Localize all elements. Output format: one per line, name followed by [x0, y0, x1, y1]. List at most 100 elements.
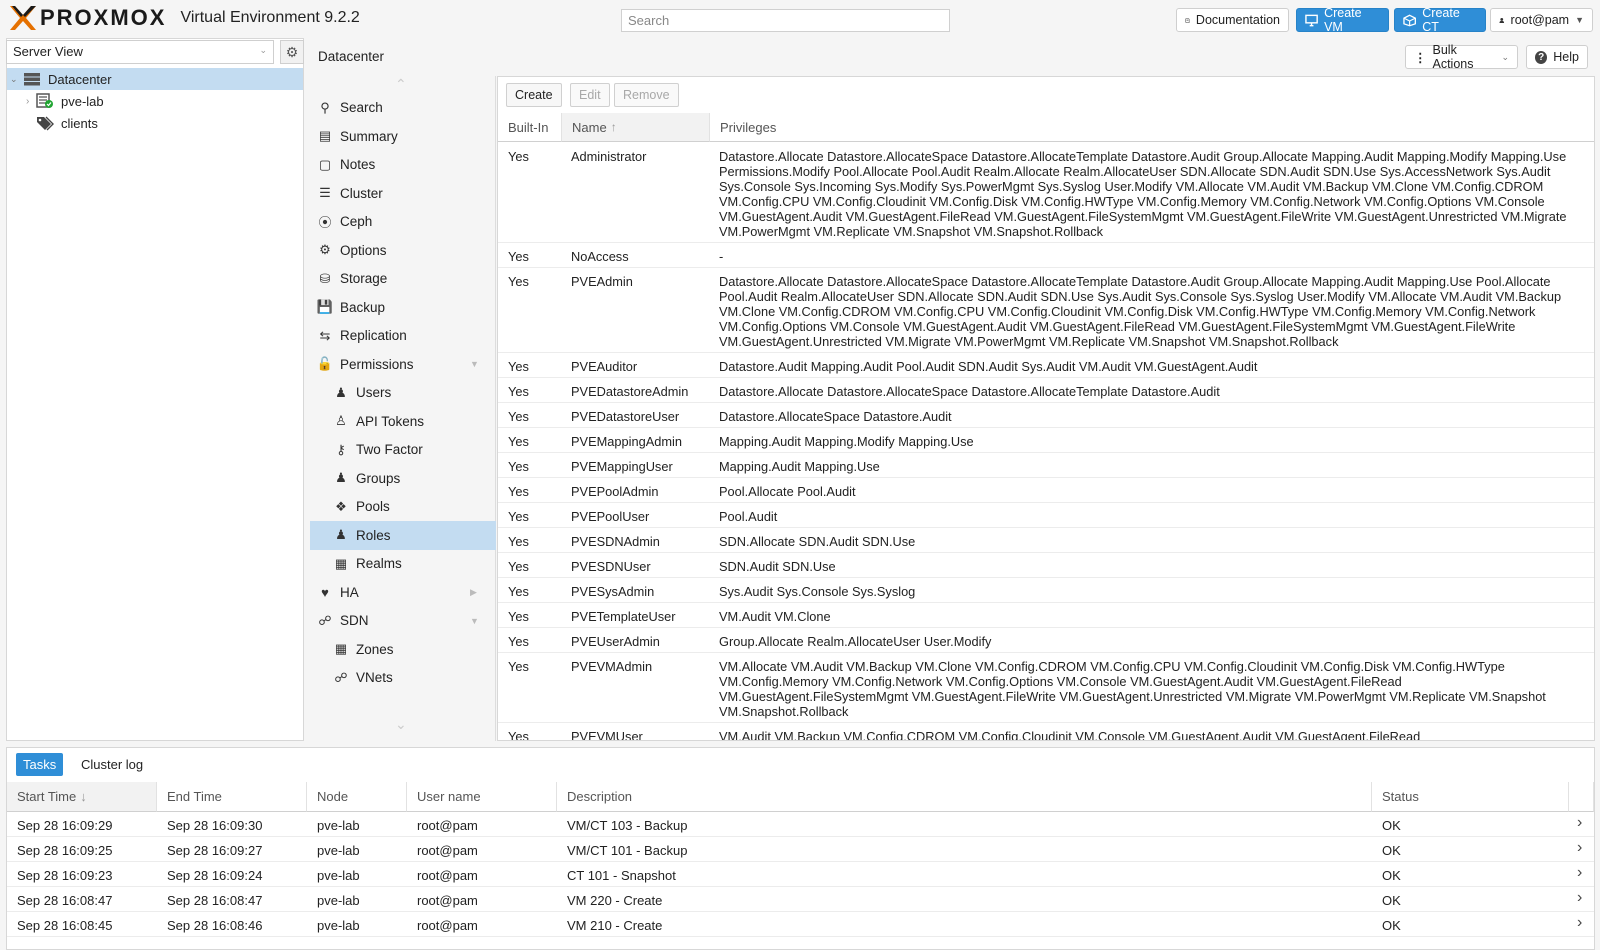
proxmox-logo[interactable]: PROXMOX Virtual Environment 9.2.2: [8, 4, 360, 32]
nav-item-notes[interactable]: ▢ Notes: [310, 150, 496, 179]
chevron-right-icon[interactable]: ›: [1577, 814, 1582, 832]
content-header: Datacenter ⋮ Bulk Actions ⌄ ? Help: [311, 38, 1600, 76]
column-start-time[interactable]: Start Time ↓: [7, 782, 157, 812]
remove-button[interactable]: Remove: [614, 83, 679, 107]
nav-item-pools[interactable]: ❖ Pools: [310, 492, 496, 521]
column-builtin[interactable]: Built-In: [498, 113, 562, 142]
column-description[interactable]: Description: [557, 782, 1372, 812]
scroll-down-icon[interactable]: ⌄: [395, 716, 407, 733]
table-row[interactable]: Yes PVEUserAdmin Group.Allocate Realm.Allo…: [498, 628, 1594, 653]
cell-builtin: Yes: [508, 409, 529, 424]
nav-item-summary[interactable]: ▤ Summary: [310, 122, 496, 151]
table-row[interactable]: Yes PVEVMAdmin VM.Allocate VM.Audit VM.Bac…: [498, 653, 1594, 723]
cell-user: root@pam: [417, 918, 478, 933]
nav-item-backup[interactable]: 💾 Backup: [310, 293, 496, 322]
user-menu-button[interactable]: root@pam ▼: [1490, 8, 1593, 32]
user-label: root@pam: [1510, 13, 1570, 27]
help-button[interactable]: ? Help: [1526, 45, 1588, 69]
nav-item-realms[interactable]: ▦ Realms: [310, 549, 496, 578]
chevron-down-icon[interactable]: ▼: [470, 359, 479, 369]
documentation-button[interactable]: Documentation: [1176, 8, 1289, 32]
column-status[interactable]: Status: [1372, 782, 1569, 812]
database-icon: ⛁: [319, 270, 331, 286]
column-name[interactable]: Name ↑: [562, 113, 710, 142]
tab-tasks[interactable]: Tasks: [16, 753, 64, 776]
table-row[interactable]: Yes PVESDNUser SDN.Audit SDN.Use: [498, 553, 1594, 578]
nav-item-sdn[interactable]: ☍ SDN ▼: [310, 606, 496, 635]
table-row[interactable]: Yes Administrator Datastore.Allocate Datas…: [498, 143, 1594, 243]
ceph-icon: ⦿: [318, 215, 332, 230]
cell-start: Sep 28 16:09:29: [17, 818, 113, 833]
view-selector[interactable]: Server View ⌄: [6, 40, 274, 64]
retweet-icon: ⇆: [319, 327, 331, 343]
table-row[interactable]: Yes PVEDatastoreUser Datastore.AllocateSpa…: [498, 403, 1594, 428]
cell-node: pve-lab: [317, 893, 360, 908]
edit-button[interactable]: Edit: [570, 83, 610, 107]
chevron-right-icon[interactable]: ›: [1577, 839, 1582, 857]
column-end-time[interactable]: End Time: [157, 782, 307, 812]
bulk-actions-button[interactable]: ⋮ Bulk Actions ⌄: [1405, 43, 1518, 71]
chevron-down-icon[interactable]: ▼: [470, 616, 479, 626]
chevron-right-icon[interactable]: ›: [1577, 914, 1582, 932]
cell-privs: Datastore.Allocate Datastore.AllocateSpa…: [719, 149, 1567, 239]
nav-item-cluster[interactable]: ☰ Cluster: [310, 179, 496, 208]
ellipsis-vertical-icon: ⋮: [1414, 50, 1427, 65]
table-row[interactable]: Yes PVEPoolUser Pool.Audit: [498, 503, 1594, 528]
tree-item-datacenter[interactable]: ⌄ Datacenter: [7, 68, 303, 90]
create-button[interactable]: Create: [506, 83, 562, 107]
cell-privs: Datastore.AllocateSpace Datastore.Audit: [719, 409, 952, 424]
task-row[interactable]: Sep 28 16:08:45 Sep 28 16:08:46 pve-lab roo…: [7, 912, 1594, 937]
table-row[interactable]: Yes PVEAdmin Datastore.Allocate Datastore.…: [498, 268, 1594, 353]
table-row[interactable]: Yes PVEPoolAdmin Pool.Allocate Pool.Audit: [498, 478, 1594, 503]
male-icon: ♟: [335, 527, 347, 542]
table-row[interactable]: Yes PVESysAdmin Sys.Audit Sys.Console Sys.…: [498, 578, 1594, 603]
cell-name: PVEPoolUser: [571, 509, 650, 524]
nav-item-two-factor[interactable]: ⚷ Two Factor: [310, 435, 496, 464]
column-node[interactable]: Node: [307, 782, 407, 812]
nav-item-zones[interactable]: ▦ Zones: [310, 635, 496, 664]
nav-item-options[interactable]: ⚙ Options: [310, 236, 496, 265]
create-vm-button[interactable]: Create VM: [1296, 6, 1389, 34]
cell-name: PVEAdmin: [571, 274, 633, 289]
table-row[interactable]: Yes PVEMappingAdmin Mapping.Audit Mapping.…: [498, 428, 1594, 453]
create-vm-label: Create VM: [1324, 6, 1362, 34]
task-row[interactable]: Sep 28 16:09:23 Sep 28 16:09:24 pve-lab roo…: [7, 862, 1594, 887]
tab-cluster-log[interactable]: Cluster log: [74, 753, 150, 776]
column-privileges[interactable]: Privileges: [710, 113, 1594, 142]
table-row[interactable]: Yes PVEDatastoreAdmin Datastore.Allocate D…: [498, 378, 1594, 403]
nav-item-groups[interactable]: ♟ Groups: [310, 464, 496, 493]
table-row[interactable]: Yes PVETemplateUser VM.Audit VM.Clone: [498, 603, 1594, 628]
create-ct-button[interactable]: Create CT: [1394, 6, 1486, 34]
table-row[interactable]: Yes PVEMappingUser Mapping.Audit Mapping.U…: [498, 453, 1594, 478]
nav-item-vnets[interactable]: ☍ VNets: [310, 663, 496, 692]
nav-item-roles[interactable]: ♟ Roles: [310, 520, 496, 550]
table-row[interactable]: Yes PVESDNAdmin SDN.Allocate SDN.Audit SDN…: [498, 528, 1594, 553]
cell-privs: Pool.Allocate Pool.Audit: [719, 484, 856, 499]
chevron-right-icon[interactable]: ›: [1577, 889, 1582, 907]
nav-item-search[interactable]: ⚲ Search: [310, 93, 496, 122]
cell-builtin: Yes: [508, 484, 529, 499]
nav-item-users[interactable]: ♟ Users: [310, 378, 496, 407]
table-row[interactable]: Yes PVEAuditor Datastore.Audit Mapping.Aud…: [498, 353, 1594, 378]
chevron-right-icon[interactable]: ▶: [470, 587, 477, 598]
column-user-name[interactable]: User name: [407, 782, 557, 812]
task-row[interactable]: Sep 28 16:08:47 Sep 28 16:08:47 pve-lab roo…: [7, 887, 1594, 912]
nav-item-ceph[interactable]: ⦿ Ceph: [310, 207, 496, 236]
task-row[interactable]: Sep 28 16:09:25 Sep 28 16:09:27 pve-lab roo…: [7, 837, 1594, 862]
nav-item-replication[interactable]: ⇆ Replication: [310, 321, 496, 350]
nav-item-ha[interactable]: ♥ HA ▶: [310, 578, 496, 607]
tree-item-pve-lab[interactable]: › pve-lab: [7, 90, 303, 112]
tree-item-clients[interactable]: clients: [7, 112, 303, 134]
table-row[interactable]: Yes NoAccess -: [498, 243, 1594, 268]
search-input[interactable]: Search: [621, 9, 950, 32]
table-row[interactable]: Yes PVEVMUser VM.Audit VM.Backup VM.Config…: [498, 723, 1594, 741]
task-row[interactable]: Sep 28 16:09:29 Sep 28 16:09:30 pve-lab roo…: [7, 812, 1594, 837]
cell-node: pve-lab: [317, 843, 360, 858]
tree-settings-button[interactable]: ⚙: [280, 40, 304, 64]
nav-item-api-tokens[interactable]: ♙ API Tokens: [310, 407, 496, 436]
nav-item-permissions[interactable]: 🔓 Permissions ▼: [310, 350, 496, 379]
nav-item-storage[interactable]: ⛁ Storage: [310, 264, 496, 293]
chevron-right-icon[interactable]: ›: [1577, 864, 1582, 882]
scroll-up-icon[interactable]: ⌃: [395, 76, 407, 93]
cell-builtin: Yes: [508, 729, 529, 741]
